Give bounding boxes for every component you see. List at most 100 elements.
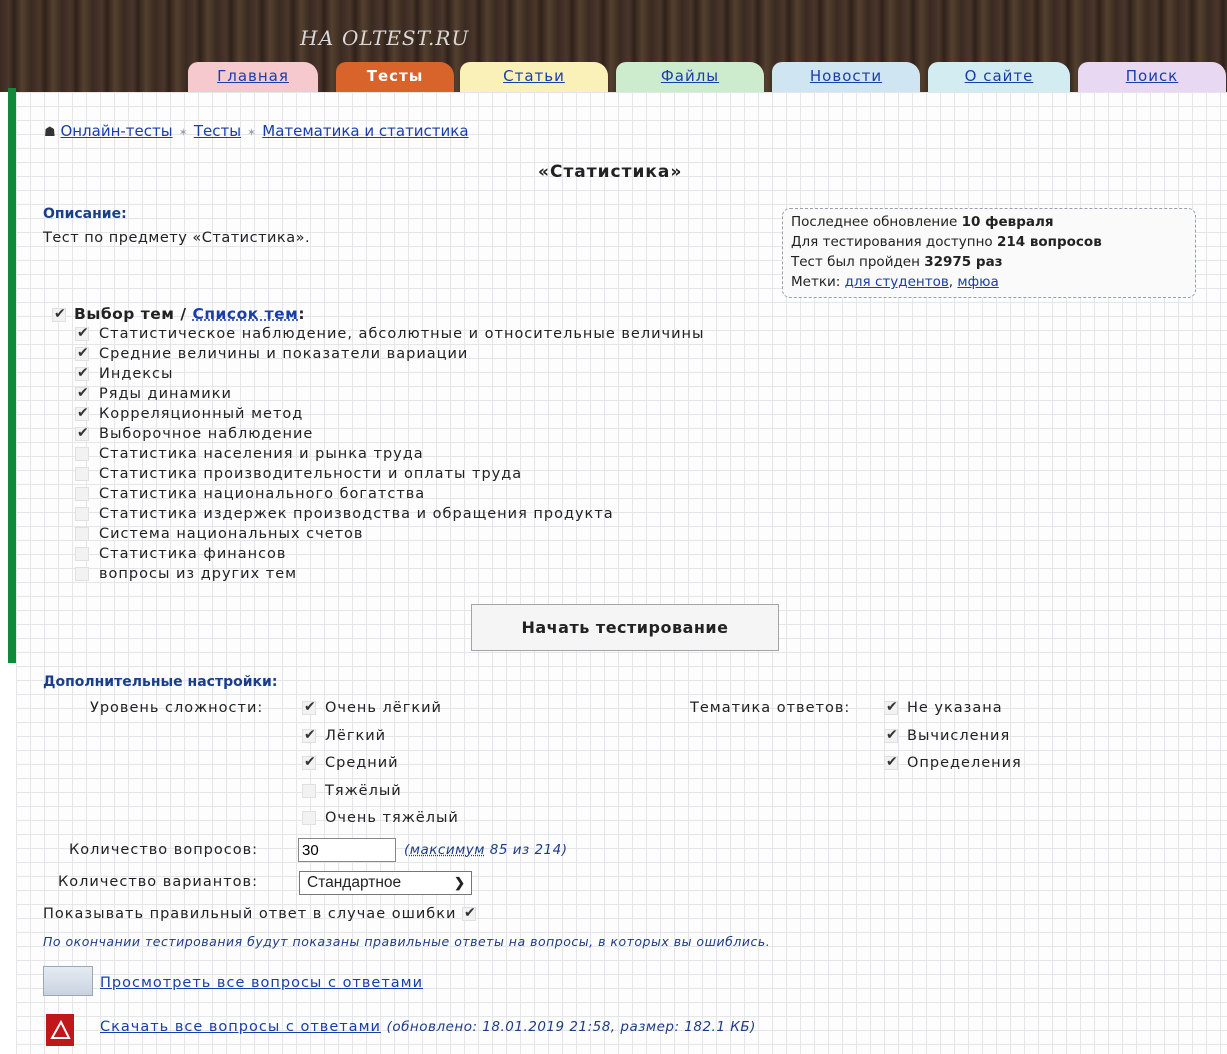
variants-select[interactable]: Стандартное ❯ — [299, 871, 472, 895]
hint-rest: 85 из 214) — [489, 842, 568, 858]
tab-articles[interactable]: Статьи — [460, 62, 608, 92]
download-row: Скачать все вопросы с ответами (обновлен… — [100, 1019, 756, 1035]
topic-item[interactable]: Выборочное наблюдение — [75, 423, 313, 446]
topic-checkbox[interactable] — [75, 323, 90, 343]
document-icon — [43, 966, 93, 996]
answers-topic-checkbox[interactable] — [884, 697, 899, 717]
download-all-questions-link[interactable]: Скачать все вопросы с ответами — [100, 1019, 381, 1035]
test-info-box: Последнее обновление 10 февраля Для тест… — [782, 208, 1196, 298]
tag-mfua[interactable]: мфюа — [957, 274, 998, 290]
topic-item[interactable]: Ряды динамики — [75, 383, 232, 406]
info-updated-label: Последнее обновление — [791, 214, 958, 230]
topic-item[interactable]: Статистика финансов — [75, 546, 286, 566]
tab-about[interactable]: О сайте — [928, 62, 1070, 92]
home-icon: ☗ — [44, 125, 56, 140]
difficulty-checkbox[interactable] — [302, 725, 317, 745]
topic-item[interactable]: Статистическое наблюдение, абсолютные и … — [75, 323, 704, 346]
answers-topic-checkbox[interactable] — [884, 752, 899, 772]
topic-item[interactable]: Индексы — [75, 363, 174, 386]
topic-label: Средние величины и показатели вариации — [99, 346, 469, 362]
topic-checkbox[interactable] — [75, 567, 89, 581]
difficulty-option-label: Тяжёлый — [325, 782, 402, 799]
show-answer-checkbox[interactable] — [462, 903, 477, 923]
topics-separator: / — [180, 305, 187, 323]
difficulty-checkbox[interactable] — [302, 697, 317, 717]
topic-checkbox[interactable] — [75, 363, 90, 383]
page-title: «Статистика» — [538, 162, 683, 182]
topic-label: Статистика финансов — [99, 546, 287, 562]
description-label: Описание: — [43, 206, 127, 222]
settings-label: Дополнительные настройки: — [43, 674, 278, 690]
difficulty-option[interactable]: Средний — [302, 752, 399, 772]
topics-header: Выбор тем / Список тем: — [52, 304, 306, 324]
tab-files[interactable]: Файлы — [616, 62, 764, 92]
breadcrumb: ☗ Онлайн-тесты ✶ Тесты ✶ Математика и статис… — [44, 122, 469, 140]
show-answer-label: Показывать правильный ответ в случае оши… — [43, 906, 457, 922]
breadcrumb-online-tests[interactable]: Онлайн-тесты — [60, 122, 172, 140]
topic-item[interactable]: Статистика производительности и оплаты т… — [75, 466, 522, 486]
difficulty-option[interactable]: Тяжёлый — [302, 783, 402, 799]
topics-list-link[interactable]: Список тем — [192, 305, 298, 323]
topic-checkbox[interactable] — [75, 383, 90, 403]
topic-label: Статистика производительности и оплаты т… — [99, 466, 523, 482]
logo-subtitle: НА OLTEST.RU — [300, 26, 470, 50]
difficulty-label: Уровень сложности: — [90, 700, 264, 716]
topic-item[interactable]: Статистика национального богатства — [75, 486, 425, 506]
topic-item[interactable]: вопросы из других тем — [75, 566, 297, 586]
difficulty-option[interactable]: Очень лёгкий — [302, 697, 442, 717]
topic-checkbox[interactable] — [75, 447, 89, 461]
topic-checkbox[interactable] — [75, 343, 90, 363]
difficulty-checkbox[interactable] — [302, 811, 316, 825]
breadcrumb-math-stats[interactable]: Математика и статистика — [262, 122, 468, 140]
difficulty-option[interactable]: Лёгкий — [302, 725, 386, 745]
topic-label: Корреляционный метод — [99, 406, 304, 422]
topic-item[interactable]: Система национальных счетов — [75, 526, 363, 546]
variants-selected: Стандартное — [307, 874, 402, 891]
difficulty-option-label: Очень тяжёлый — [325, 810, 459, 826]
answers-topic-option-label: Вычисления — [907, 727, 1011, 744]
topic-label: Статистика национального богатства — [99, 486, 426, 502]
breadcrumb-tests[interactable]: Тесты — [194, 122, 241, 140]
topic-checkbox[interactable] — [75, 547, 89, 561]
difficulty-checkbox[interactable] — [302, 752, 317, 772]
chevron-down-icon: ❯ — [454, 875, 465, 890]
answers-topic-option-label: Определения — [907, 755, 1022, 771]
answers-topic-option[interactable]: Не указана — [884, 697, 1003, 717]
answers-topic-option[interactable]: Вычисления — [884, 725, 1011, 745]
topic-label: Индексы — [99, 366, 174, 382]
select-all-topics-checkbox[interactable] — [52, 304, 66, 324]
info-available-value: 214 вопросов — [996, 234, 1102, 250]
max-questions-link[interactable]: максимум — [410, 842, 485, 858]
topic-checkbox[interactable] — [75, 423, 90, 443]
topic-item[interactable]: Статистика издержек производства и обращ… — [75, 506, 614, 526]
topic-checkbox[interactable] — [75, 527, 89, 541]
answers-topic-checkbox[interactable] — [884, 725, 899, 745]
difficulty-option[interactable]: Очень тяжёлый — [302, 810, 459, 826]
topic-checkbox[interactable] — [75, 403, 90, 423]
tag-students[interactable]: для студентов — [845, 274, 949, 290]
breadcrumb-separator-icon: ✶ — [247, 126, 257, 139]
topic-item[interactable]: Средние величины и показатели вариации — [75, 343, 469, 366]
topics-colon: : — [298, 305, 306, 323]
topic-checkbox[interactable] — [75, 487, 89, 501]
topic-checkbox[interactable] — [75, 467, 89, 481]
topic-checkbox[interactable] — [75, 507, 89, 521]
difficulty-option-label: Очень лёгкий — [325, 700, 442, 716]
topic-item[interactable]: Статистика населения и рынка труда — [75, 446, 424, 466]
start-test-button[interactable]: Начать тестирование — [471, 604, 779, 651]
download-meta: (обновлено: 18.01.2019 21:58, размер: 18… — [386, 1019, 756, 1035]
tab-home[interactable]: Главная — [188, 62, 318, 92]
info-passed-label: Тест был пройден — [791, 254, 920, 270]
answers-topic-label: Тематика ответов: — [690, 700, 851, 716]
topic-label: Статистика населения и рынка труда — [99, 446, 424, 462]
difficulty-checkbox[interactable] — [302, 783, 316, 798]
view-all-questions-link[interactable]: Просмотреть все вопросы с ответами — [100, 975, 423, 991]
tab-tests[interactable]: Тесты — [336, 62, 454, 92]
topic-label: Система национальных счетов — [99, 526, 364, 542]
tab-news[interactable]: Новости — [772, 62, 920, 92]
info-available-label: Для тестирования доступно — [791, 234, 993, 250]
questions-count-input[interactable] — [298, 838, 396, 862]
tab-search[interactable]: Поиск — [1078, 62, 1226, 92]
answers-topic-option[interactable]: Определения — [884, 752, 1022, 772]
topic-item[interactable]: Корреляционный метод — [75, 403, 304, 426]
